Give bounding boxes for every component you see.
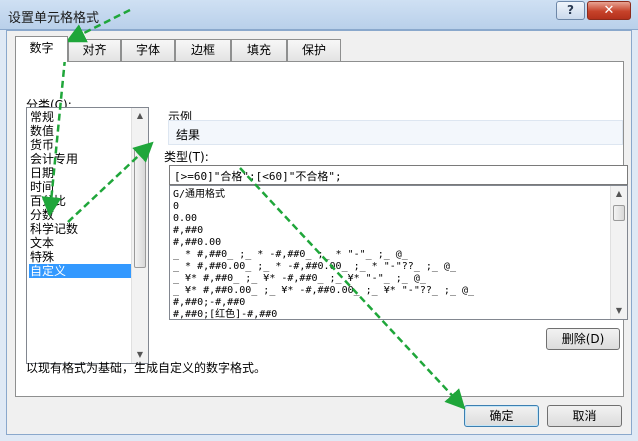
help-button[interactable]: ? [556, 1, 585, 20]
tab-panel: 分类(C): 常规 数值 货币 会计专用 日期 时间 百分比 分数 科学记数 文… [15, 61, 628, 397]
category-item[interactable]: 特殊 [29, 250, 131, 264]
category-list[interactable]: 常规 数值 货币 会计专用 日期 时间 百分比 分数 科学记数 文本 特殊 自定… [26, 107, 149, 364]
title-bar[interactable]: 设置单元格格式 ? ✕ [0, 0, 638, 30]
list-item[interactable]: #,##0;[红色]-#,##0 [173, 309, 277, 319]
category-item[interactable]: 日期 [29, 166, 131, 180]
list-item[interactable]: _ * #,##0_ ;_ * -#,##0_ ;_ * "-"_ ;_ @_ [173, 249, 408, 261]
list-item[interactable]: _ ¥* #,##0_ ;_ ¥* -#,##0_ ;_ ¥* "-"_ ;_ … [173, 273, 426, 285]
scroll-up-icon[interactable]: ▲ [132, 108, 148, 124]
category-item[interactable]: 数值 [29, 124, 131, 138]
category-item[interactable]: 分数 [29, 208, 131, 222]
ok-button[interactable]: 确定 [464, 405, 539, 427]
tab-font[interactable]: 字体 [121, 39, 175, 61]
sample-value: 结果 [176, 128, 201, 142]
delete-button[interactable]: 删除(D) [546, 328, 620, 350]
category-item[interactable]: 常规 [29, 110, 131, 124]
list-item[interactable]: #,##0.00 [173, 237, 221, 249]
list-item[interactable]: #,##0 [173, 225, 203, 237]
format-description: 以现有格式为基础，生成自定义的数字格式。 [26, 361, 267, 375]
list-item[interactable]: 0.00 [173, 213, 197, 225]
dialog-title: 设置单元格格式 [8, 11, 100, 26]
scrollbar-thumb[interactable] [613, 205, 625, 221]
tab-protection[interactable]: 保护 [287, 39, 341, 61]
cancel-button[interactable]: 取消 [547, 405, 622, 427]
close-button[interactable]: ✕ [587, 1, 631, 20]
tab-border[interactable]: 边框 [175, 39, 231, 61]
dialog-body: 数字 对齐 字体 边框 填充 保护 分类(C): 常规 数值 货币 会计专用 日… [6, 30, 632, 435]
type-input[interactable]: [>=60]"合格";[<60]"不合格"; [169, 165, 628, 185]
type-label: 类型(T): [164, 150, 209, 164]
list-item[interactable]: _ ¥* #,##0.00_ ;_ ¥* -#,##0.00_ ;_ ¥* "-… [173, 285, 474, 297]
category-item[interactable]: 百分比 [29, 194, 131, 208]
tab-number[interactable]: 数字 [15, 36, 68, 62]
list-item[interactable]: G/通用格式 [173, 189, 225, 201]
category-item[interactable]: 科学记数 [29, 222, 131, 236]
category-item[interactable]: 会计专用 [29, 152, 131, 166]
format-scrollbar[interactable]: ▲ ▼ [610, 186, 627, 319]
list-item[interactable]: #,##0;-#,##0 [173, 297, 245, 309]
category-scrollbar[interactable]: ▲ ▼ [131, 108, 148, 363]
list-item[interactable]: _ * #,##0.00_ ;_ * -#,##0.00_ ;_ * "-"??… [173, 261, 456, 273]
category-item[interactable]: 时间 [29, 180, 131, 194]
tab-alignment[interactable]: 对齐 [68, 39, 121, 61]
tab-fill[interactable]: 填充 [231, 39, 287, 61]
category-item[interactable]: 货币 [29, 138, 131, 152]
category-item[interactable]: 文本 [29, 236, 131, 250]
sample-preview: 结果 [168, 120, 623, 145]
scroll-up-icon[interactable]: ▲ [611, 186, 627, 202]
scrollbar-thumb[interactable] [134, 148, 146, 268]
category-item-custom[interactable]: 自定义 [29, 264, 131, 278]
format-list[interactable]: G/通用格式 0 0.00 #,##0 #,##0.00 _ * #,##0_ … [169, 185, 628, 320]
scroll-down-icon[interactable]: ▼ [611, 303, 627, 319]
list-item[interactable]: 0 [173, 201, 179, 213]
